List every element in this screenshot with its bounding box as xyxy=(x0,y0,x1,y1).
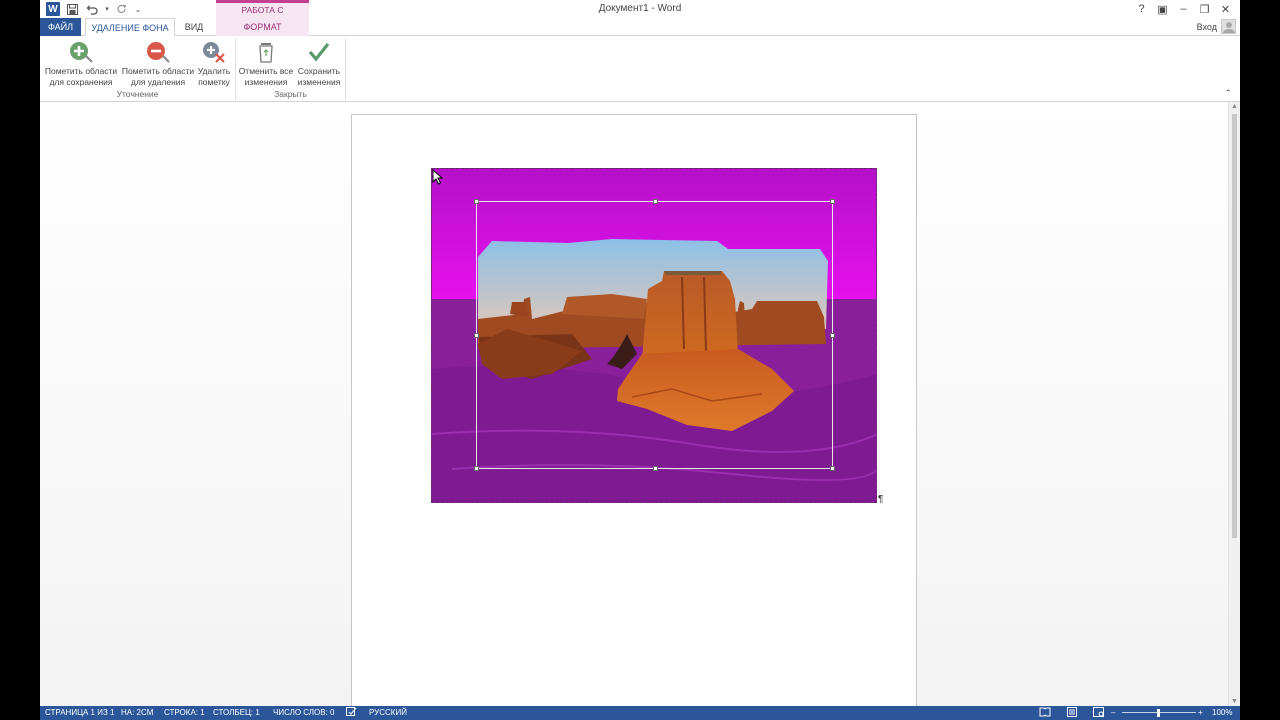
marquee-handle-tc[interactable] xyxy=(653,199,658,204)
mark-areas-to-remove-button[interactable]: Пометить области для удаления xyxy=(119,40,197,88)
document-area[interactable]: ¶ xyxy=(40,102,1228,706)
close-button[interactable]: ✕ xyxy=(1215,1,1236,17)
marquee-handle-ml[interactable] xyxy=(474,333,479,338)
signin-link[interactable]: Вход xyxy=(1197,22,1217,32)
window-controls: ? ▣ – ❐ ✕ xyxy=(1131,1,1236,17)
zoom-out-button[interactable]: – xyxy=(1111,708,1115,717)
mark-remove-icon xyxy=(147,42,170,63)
read-mode-icon[interactable] xyxy=(1039,707,1051,719)
print-layout-icon[interactable] xyxy=(1066,707,1078,719)
status-column: СТОЛБЕЦ: 1 xyxy=(213,708,260,717)
marquee-handle-tl[interactable] xyxy=(474,199,479,204)
scroll-down-icon[interactable]: ▼ xyxy=(1231,698,1238,705)
group-label-close: Закрыть xyxy=(274,89,307,99)
group-close: Отменить все изменения Сохранить изменен… xyxy=(236,38,346,100)
status-word-count[interactable]: ЧИСЛО СЛОВ: 0 xyxy=(273,708,335,717)
status-page[interactable]: СТРАНИЦА 1 ИЗ 1 xyxy=(45,708,114,717)
document-title: Документ1 - Word xyxy=(598,3,682,14)
ribbon-display-options-button[interactable]: ▣ xyxy=(1152,1,1173,17)
zoom-in-button[interactable]: + xyxy=(1198,708,1203,717)
status-position: НА: 2СМ xyxy=(121,708,154,717)
mark-areas-to-keep-button[interactable]: Пометить области для сохранения xyxy=(42,40,120,88)
restore-button[interactable]: ❐ xyxy=(1194,1,1215,17)
zoom-level[interactable]: 100% xyxy=(1212,708,1232,717)
tab-view[interactable]: ВИД xyxy=(177,18,211,36)
proofing-icon[interactable] xyxy=(346,707,357,719)
avatar[interactable] xyxy=(1221,19,1236,34)
scrollbar-thumb[interactable] xyxy=(1232,114,1237,538)
web-layout-icon[interactable] xyxy=(1093,707,1105,719)
marquee-handle-bc[interactable] xyxy=(653,466,658,471)
mark-keep-icon xyxy=(70,42,93,63)
delete-mark-button[interactable]: Удалить пометку xyxy=(195,40,233,88)
recycle-bin-icon xyxy=(259,43,273,63)
discard-all-changes-button[interactable]: Отменить все изменения xyxy=(238,40,294,88)
paragraph-mark: ¶ xyxy=(878,494,884,505)
scroll-up-icon[interactable]: ▲ xyxy=(1231,103,1238,110)
help-button[interactable]: ? xyxy=(1131,1,1152,17)
tab-background-removal[interactable]: УДАЛЕНИЕ ФОНА xyxy=(85,18,175,37)
group-refine: Пометить области для сохранения Пометить… xyxy=(40,38,236,100)
account-area[interactable]: Вход xyxy=(1197,19,1236,34)
mouse-cursor-icon xyxy=(432,169,444,185)
delete-mark-icon xyxy=(203,42,225,63)
marquee-handle-bl[interactable] xyxy=(474,466,479,471)
status-bar: СТРАНИЦА 1 ИЗ 1 НА: 2СМ СТРОКА: 1 СТОЛБЕ… xyxy=(40,706,1240,720)
group-label-refine: Уточнение xyxy=(116,89,159,99)
checkmark-icon xyxy=(308,43,330,62)
keep-area-marquee[interactable] xyxy=(474,199,835,471)
picture-background-removal[interactable] xyxy=(431,168,877,503)
title-bar: W ▾ ⌄ РАБОТА С РИСУНКАМИ Документ1 - Wor… xyxy=(40,0,1240,29)
word-window: W ▾ ⌄ РАБОТА С РИСУНКАМИ Документ1 - Wor… xyxy=(40,0,1240,720)
document-page[interactable]: ¶ xyxy=(351,114,917,706)
tab-format[interactable]: ФОРМАТ xyxy=(216,18,309,36)
zoom-slider-thumb[interactable] xyxy=(1157,709,1160,717)
keep-changes-button[interactable]: Сохранить изменения xyxy=(294,40,344,88)
ribbon: Пометить области для сохранения Пометить… xyxy=(40,36,1240,102)
marquee-handle-tr[interactable] xyxy=(830,199,835,204)
status-line: СТРОКА: 1 xyxy=(164,708,205,717)
vertical-scrollbar[interactable]: ▲ ▼ xyxy=(1228,102,1240,706)
tab-file[interactable]: ФАЙЛ xyxy=(40,18,81,36)
status-language[interactable]: РУССКИЙ xyxy=(369,708,407,717)
marquee-handle-mr[interactable] xyxy=(830,333,835,338)
ribbon-tabs: ФАЙЛ УДАЛЕНИЕ ФОНА ВИД ФОРМАТ Вход xyxy=(40,18,1240,37)
minimize-button[interactable]: – xyxy=(1173,1,1194,17)
collapse-ribbon-icon[interactable]: ⌃ xyxy=(1224,88,1232,99)
marquee-handle-br[interactable] xyxy=(830,466,835,471)
